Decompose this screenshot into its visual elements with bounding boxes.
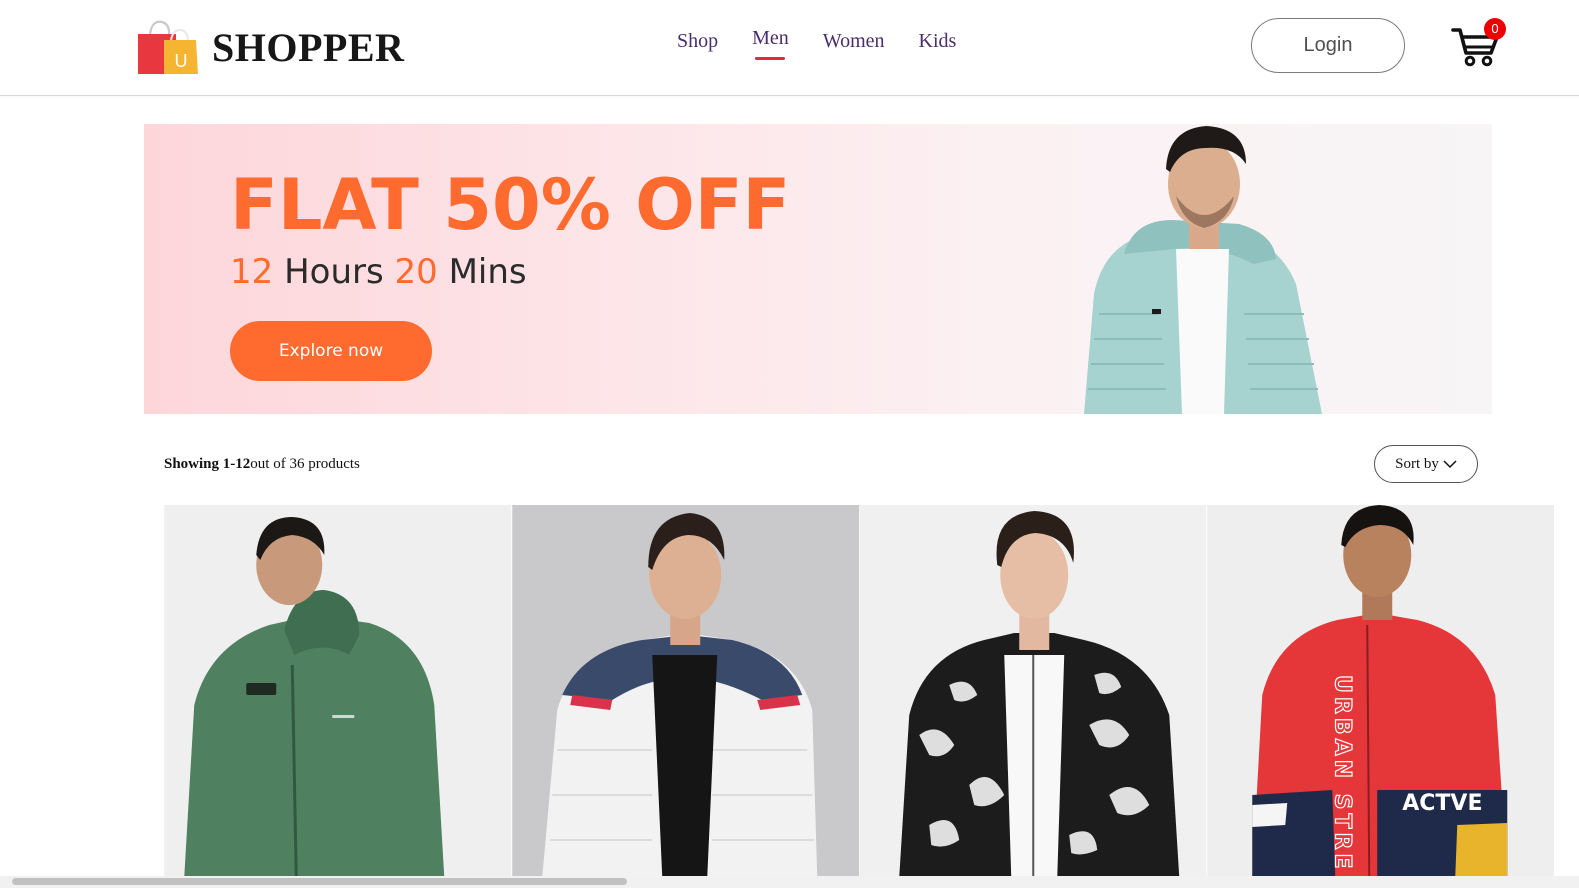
product-image-white-navy-puffer-jacket (511, 505, 859, 877)
svg-text:U: U (175, 51, 188, 71)
countdown-mins-label: Mins (448, 252, 527, 292)
product-image-black-white-marble-bomber (859, 505, 1207, 877)
horizontal-scrollbar[interactable] (0, 876, 1579, 888)
nav-item-men[interactable]: Men (735, 27, 806, 60)
results-total: out of 36 products (250, 456, 360, 472)
product-card[interactable] (859, 505, 1207, 877)
results-toolbar: Showing 1-12out of 36 products Sort by (164, 445, 1478, 485)
nav-item-men-label: Men (752, 27, 789, 49)
scrollbar-thumb[interactable] (12, 878, 627, 885)
nav-item-kids[interactable]: Kids (902, 30, 974, 53)
hero-title: FLAT 50% OFF (230, 164, 791, 246)
product-grid: URBAN STRE ACTVE (164, 505, 1554, 877)
jacket-print-text-chest: ACTVE (1402, 791, 1482, 816)
chevron-down-icon (1443, 460, 1457, 469)
product-image-green-hooded-jacket (164, 505, 512, 877)
hero-countdown: 12 Hours 20 Mins (230, 252, 527, 292)
nav-item-shop[interactable]: Shop (660, 30, 735, 53)
hero-model-image (1084, 126, 1322, 414)
shopping-bag-logo-icon: U (138, 20, 198, 74)
brand-name: SHOPPER (212, 24, 405, 70)
nav-item-women[interactable]: Women (806, 30, 902, 53)
product-card[interactable]: URBAN STRE ACTVE (1206, 505, 1555, 877)
hero-banner: FLAT 50% OFF 12 Hours 20 Mins Explore no… (144, 124, 1492, 414)
countdown-mins-value: 20 (394, 252, 438, 292)
top-navbar: U SHOPPER Shop Men Women Kids Login 0 (0, 0, 1579, 96)
jacket-print-text-vertical: URBAN STRE (1329, 675, 1354, 873)
active-nav-underline (755, 57, 786, 60)
countdown-hours-value: 12 (230, 252, 274, 292)
explore-now-button[interactable]: Explore now (230, 321, 432, 381)
main-nav: Shop Men Women Kids (660, 27, 974, 60)
results-range: Showing 1-12 (164, 456, 251, 472)
product-image-red-urban-street-jacket: URBAN STRE ACTVE (1206, 505, 1554, 877)
countdown-hours-label: Hours (284, 252, 384, 292)
brand-logo[interactable]: U SHOPPER (138, 18, 404, 76)
product-card[interactable] (511, 505, 860, 877)
sort-by-label: Sort by (1395, 455, 1439, 472)
cart-count-badge: 0 (1484, 18, 1506, 40)
product-card[interactable] (164, 505, 512, 877)
results-count: Showing 1-12out of 36 products (164, 456, 360, 473)
sort-by-dropdown[interactable]: Sort by (1374, 445, 1478, 483)
login-button[interactable]: Login (1251, 18, 1405, 73)
